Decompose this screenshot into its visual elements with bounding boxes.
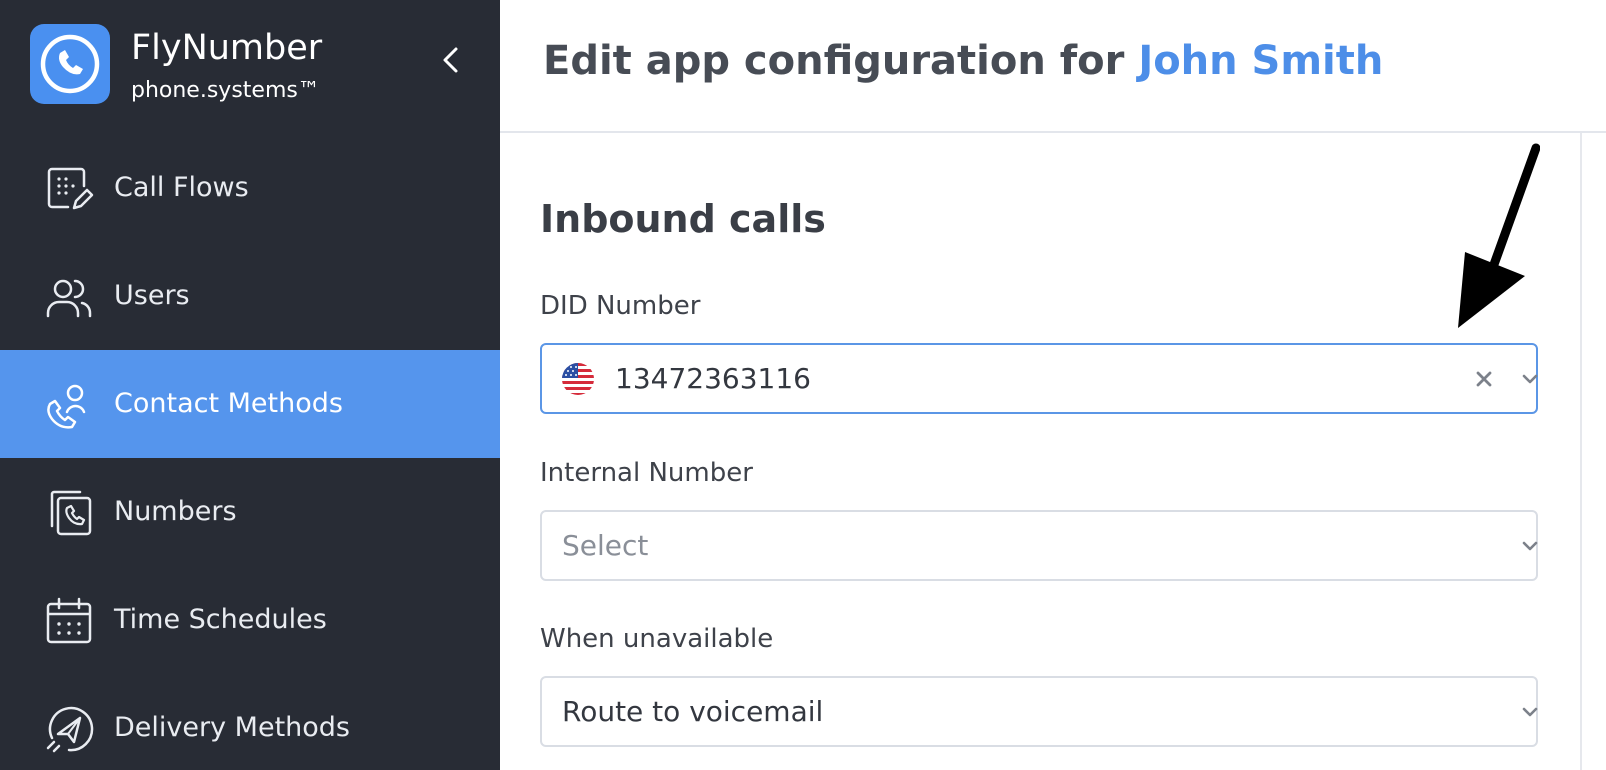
sidebar-item-label: Users [114,280,190,311]
page-header: Edit app configuration for John Smith [500,0,1606,133]
did-number-select[interactable]: 13472363116 [540,343,1538,414]
sidebar-item-contact-methods[interactable]: Contact Methods [0,350,500,458]
sidebar-item-label: Delivery Methods [114,712,350,743]
page-title-prefix: Edit app configuration for [543,38,1125,84]
phone-logo-icon [40,34,100,94]
sidebar-item-call-flows[interactable]: Call Flows [0,134,500,242]
delivery-icon [46,706,94,753]
when-unavailable-value: Route to voicemail [562,695,824,728]
numbers-icon [50,490,92,536]
page-title: Edit app configuration for John Smith [543,38,1383,84]
brand-name: FlyNumber [131,28,323,68]
when-unavailable-select[interactable]: Route to voicemail [540,676,1538,747]
chevron-left-icon [443,47,458,73]
panel-divider [1580,133,1582,770]
internal-number-placeholder: Select [562,529,649,562]
brand-subtitle: phone.systems™ [131,78,320,103]
brand: FlyNumber phone.systems™ [0,0,500,134]
section-title: Inbound calls [540,197,826,241]
did-number-label: DID Number [540,291,701,321]
logo[interactable] [30,24,110,104]
chevron-down-icon[interactable] [1516,698,1544,726]
calendar-icon [46,597,92,644]
internal-number-label: Internal Number [540,458,753,488]
annotation-arrow [1458,143,1540,328]
call-flows-icon [47,167,94,210]
clear-icon[interactable] [1470,365,1498,393]
sidebar: FlyNumber phone.systems™ Call Flows User… [0,0,500,770]
sidebar-item-users[interactable]: Users [0,242,500,350]
main-content: Edit app configuration for John Smith In… [500,0,1606,770]
contact-methods-icon [47,384,86,429]
sidebar-item-numbers[interactable]: Numbers [0,458,500,566]
when-unavailable-label: When unavailable [540,624,774,654]
sidebar-nav: Call Flows Users Contact Methods Numbers… [0,134,500,770]
did-number-value: 13472363116 [615,362,811,395]
sidebar-item-delivery-methods[interactable]: Delivery Methods [0,674,500,770]
us-flag-icon [562,363,594,395]
users-icon [46,279,92,318]
sidebar-item-time-schedules[interactable]: Time Schedules [0,566,500,674]
sidebar-item-label: Contact Methods [114,388,343,419]
collapse-sidebar-button[interactable] [432,40,472,80]
internal-number-select[interactable]: Select [540,510,1538,581]
sidebar-item-label: Time Schedules [114,604,327,635]
chevron-down-icon[interactable] [1516,365,1544,393]
user-name-link[interactable]: John Smith [1138,38,1383,84]
sidebar-item-label: Numbers [114,496,237,527]
sidebar-item-label: Call Flows [114,172,249,203]
chevron-down-icon[interactable] [1516,532,1544,560]
